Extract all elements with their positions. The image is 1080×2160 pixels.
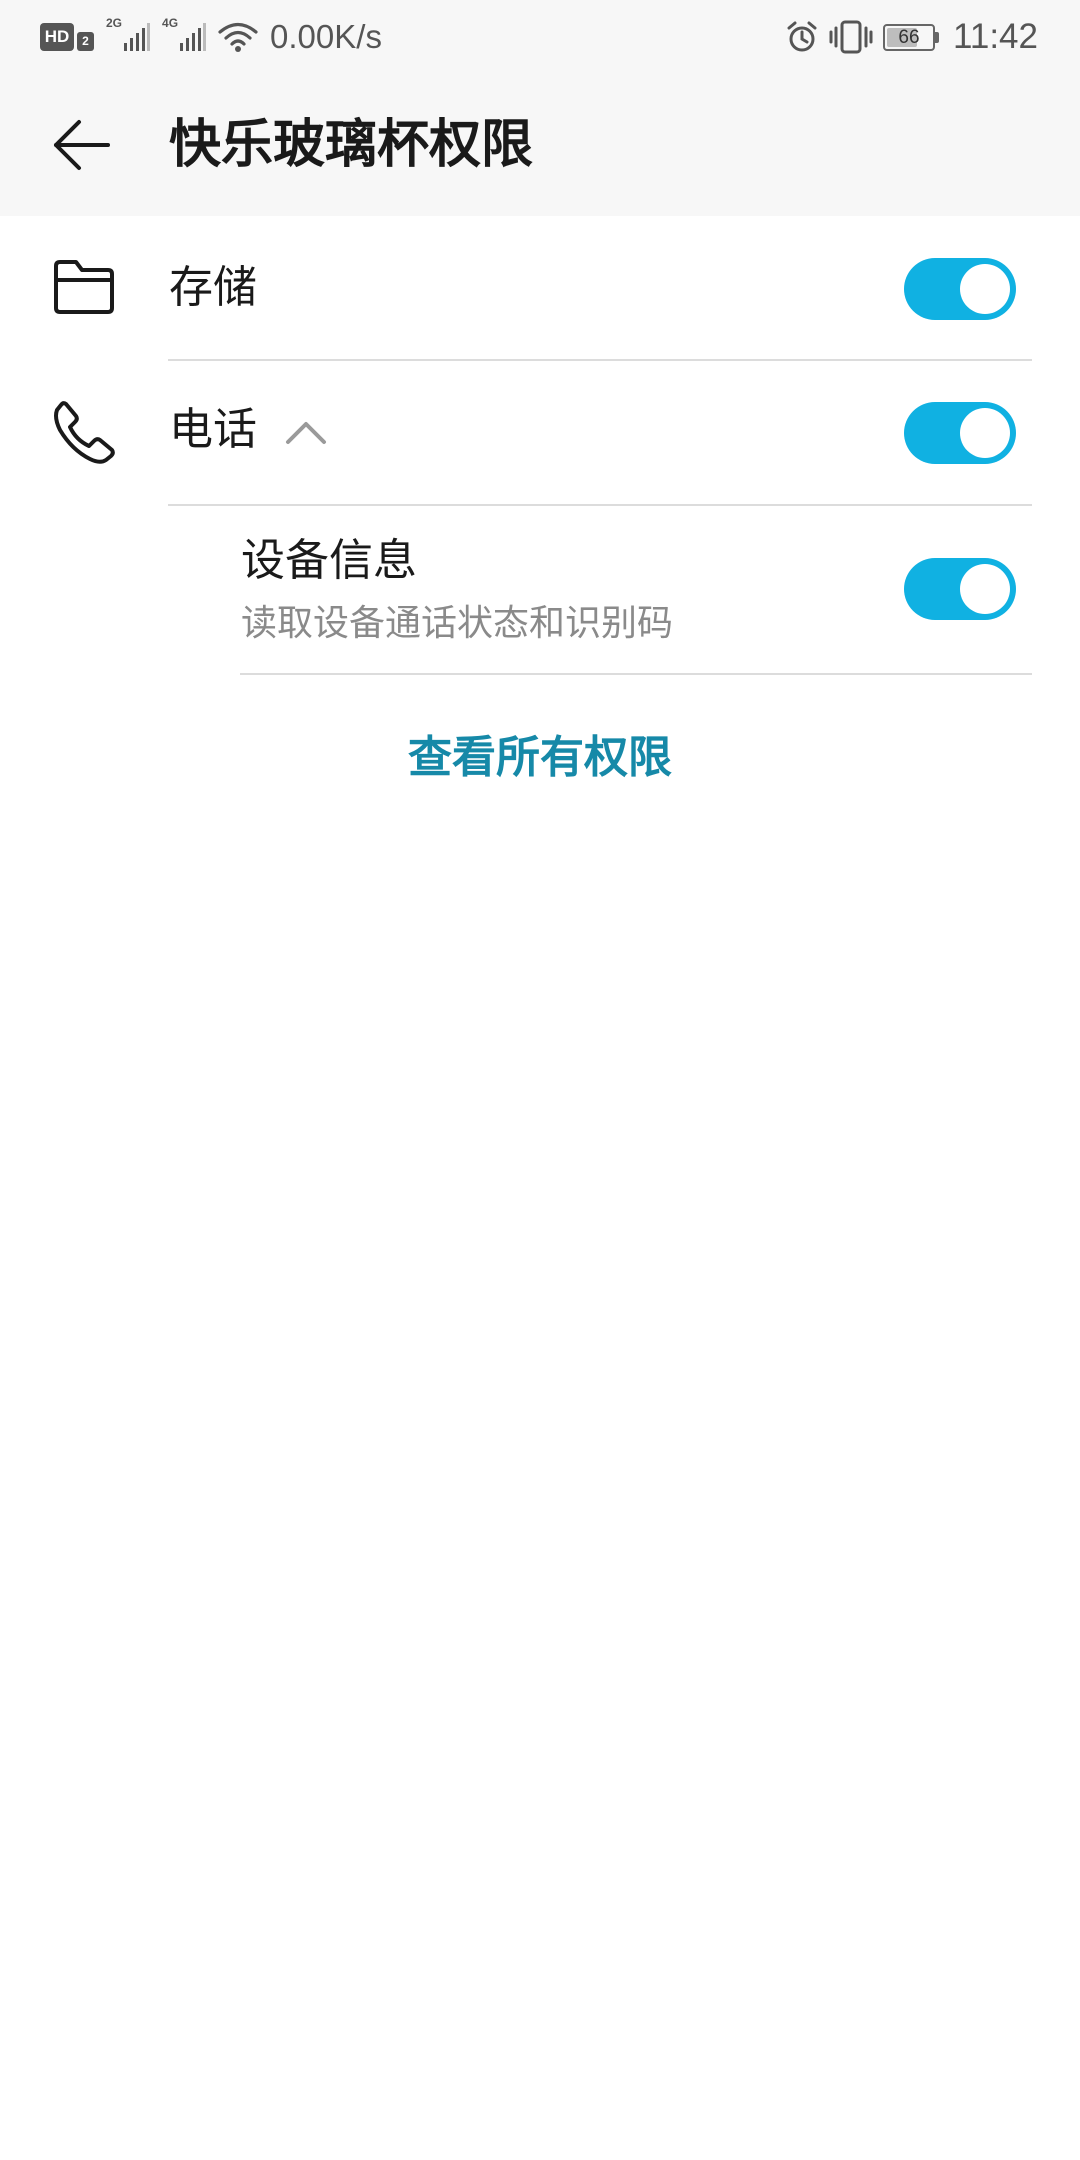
device-info-description: 读取设备通话状态和识别码: [241, 603, 674, 644]
clock: 11:42: [953, 17, 1038, 56]
see-all-permissions-link[interactable]: 查看所有权限: [0, 730, 1080, 786]
toggle-knob: [960, 408, 1010, 458]
toggle-phone[interactable]: [904, 402, 1016, 464]
screen: HD 2 2G 4G 0.00K/s 66 11:42 快乐玻璃杯权限 存储 电…: [0, 0, 1080, 2160]
signal-icon: [180, 23, 207, 51]
network-type-1: 2G: [106, 16, 123, 30]
wifi-icon: [218, 22, 258, 52]
folder-icon: [54, 260, 114, 314]
toggle-knob: [960, 264, 1010, 314]
permission-label-phone: 电话: [169, 404, 257, 455]
toggle-device-info[interactable]: [904, 558, 1016, 620]
device-info-title: 设备信息: [241, 535, 417, 586]
divider: [168, 359, 1032, 361]
status-right: 66 11:42: [785, 14, 1038, 60]
battery-icon: 66: [883, 23, 935, 51]
chevron-up-icon[interactable]: [284, 418, 328, 446]
back-arrow-icon[interactable]: [52, 115, 112, 175]
phone-icon: [54, 401, 115, 464]
toggle-knob: [960, 564, 1010, 614]
hd-badge: HD: [40, 23, 74, 51]
divider: [168, 504, 1032, 506]
status-left: HD 2 2G 4G 0.00K/s: [40, 14, 382, 60]
vibrate-icon: [829, 20, 873, 54]
page-title: 快乐玻璃杯权限: [169, 115, 534, 175]
app-bar: 快乐玻璃杯权限: [0, 74, 1080, 216]
alarm-icon: [787, 21, 817, 52]
network-type-2: 4G: [162, 16, 179, 30]
status-bar: HD 2 2G 4G 0.00K/s 66 11:42: [0, 0, 1080, 74]
toggle-storage[interactable]: [904, 258, 1016, 320]
divider: [240, 673, 1032, 675]
network-speed: 0.00K/s: [270, 18, 382, 55]
signal-icon: [124, 23, 151, 51]
permission-label-storage: 存储: [169, 262, 257, 313]
battery-tip: [935, 31, 939, 43]
hd-sub-badge: 2: [77, 31, 94, 51]
battery-level: 66: [898, 26, 920, 48]
